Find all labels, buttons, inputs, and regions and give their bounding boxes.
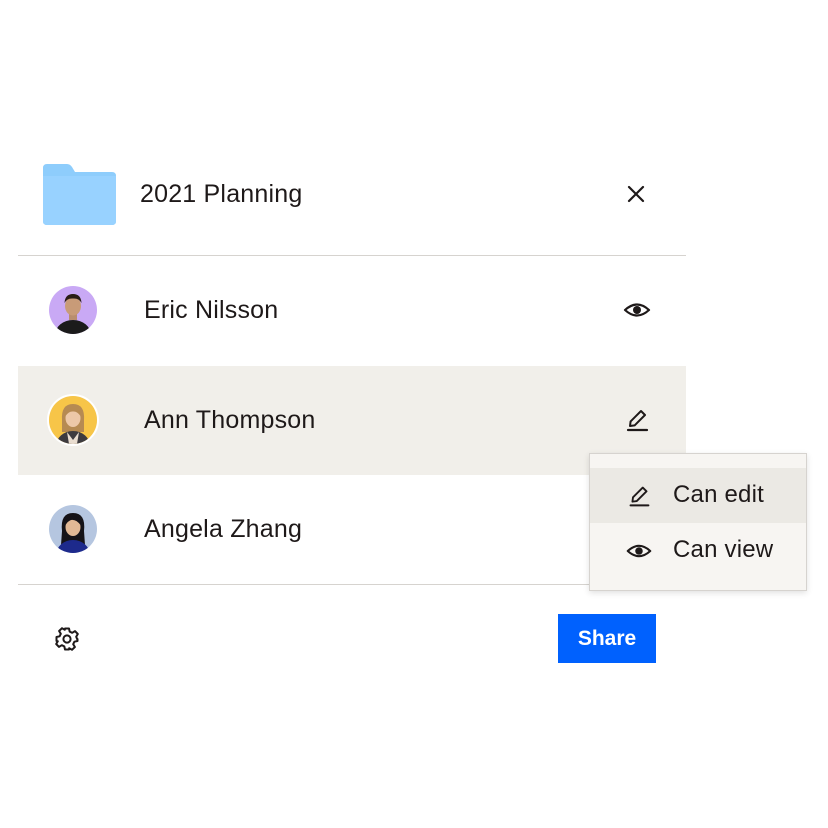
share-button[interactable]: Share [558,614,656,663]
avatar [47,394,99,446]
gear-icon [55,627,79,651]
permission-menu: Can edit Can view [589,453,807,591]
avatar [49,505,97,553]
eye-icon [623,303,651,317]
close-icon [627,185,645,203]
eye-icon [624,536,654,566]
avatar [49,286,97,334]
permission-button[interactable] [621,294,653,326]
member-row[interactable]: Ann Thompson [18,366,686,475]
settings-button[interactable] [54,626,80,652]
dialog-header: 2021 Planning [18,130,686,256]
member-row[interactable]: Eric Nilsson [18,256,686,365]
menu-item-can-view[interactable]: Can view [590,523,806,578]
permission-button[interactable] [621,404,653,436]
member-name: Angela Zhang [144,515,303,543]
member-name: Ann Thompson [144,406,316,434]
member-row[interactable]: Angela Zhang [18,475,686,585]
pencil-icon [624,481,654,511]
member-name: Eric Nilsson [144,296,279,324]
pencil-icon [626,410,649,432]
menu-item-label: Can view [673,536,774,563]
folder-icon [42,164,116,225]
menu-item-can-edit[interactable]: Can edit [590,468,806,523]
share-dialog: 2021 Planning Eric Nilsson Ann Thompson … [18,130,686,670]
close-button[interactable] [620,178,652,210]
folder-title: 2021 Planning [140,180,303,208]
menu-item-label: Can edit [673,481,764,508]
